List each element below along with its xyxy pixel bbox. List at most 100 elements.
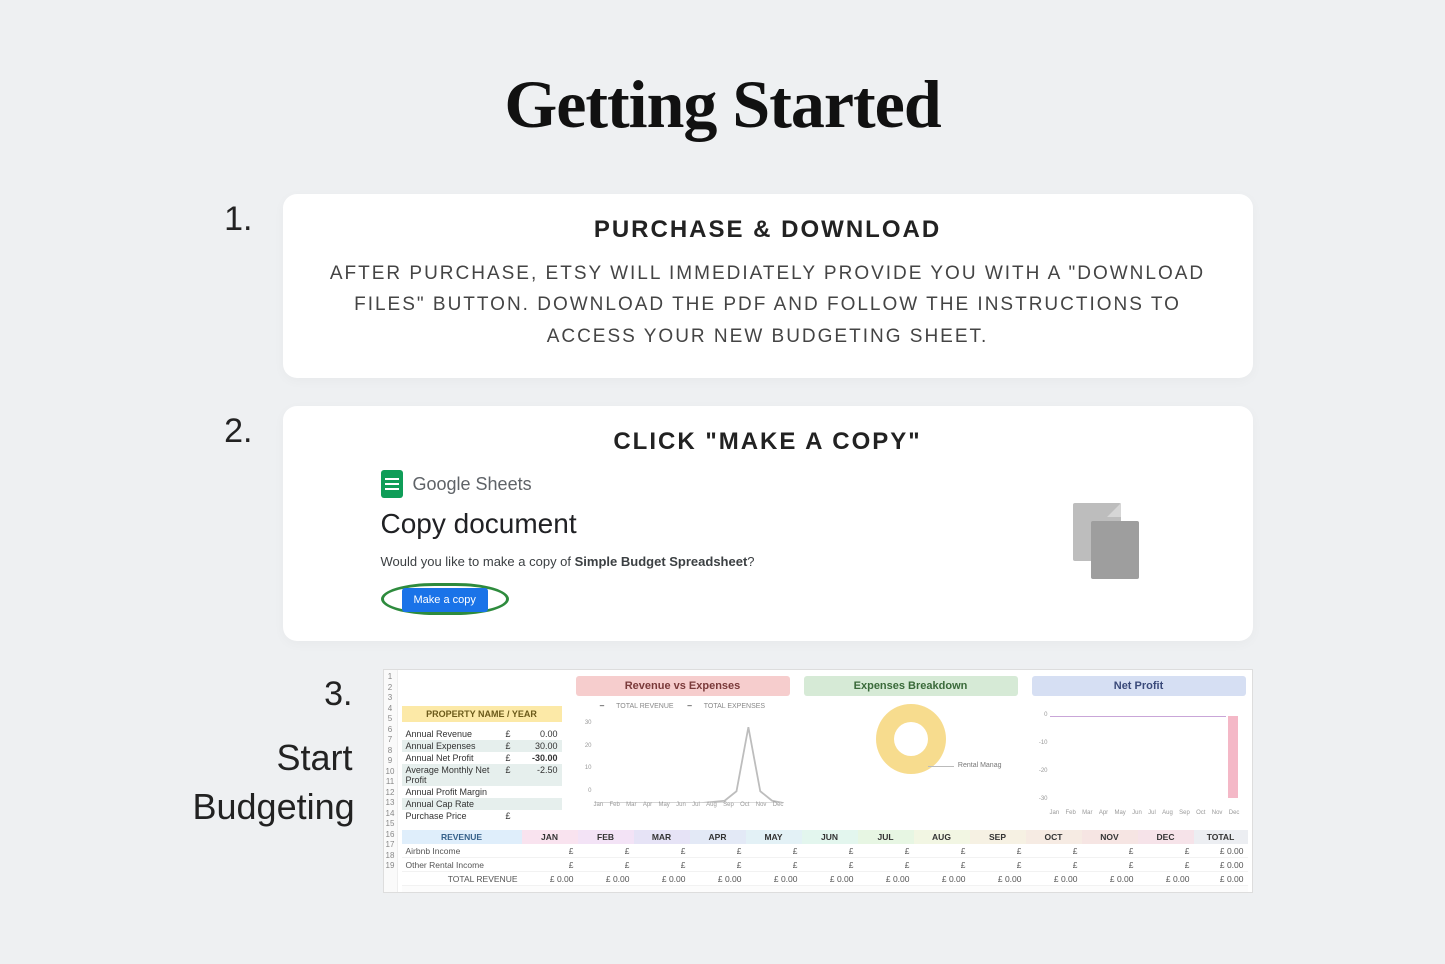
axis-month: Mar <box>1082 810 1092 816</box>
revenue-cell: £ <box>914 858 970 872</box>
row-number: 5 <box>384 714 397 725</box>
axis-month: Sep <box>1179 810 1190 816</box>
total-revenue-cell: £ 0.00 <box>1026 872 1082 886</box>
total-revenue-cell: £ 0.00 <box>970 872 1026 886</box>
metric-currency <box>506 799 518 809</box>
row-number: 2 <box>384 683 397 694</box>
metrics-panel: PROPERTY NAME / YEAR Annual Revenue £ 0.… <box>402 676 562 822</box>
axis-month: Dec <box>1229 810 1240 816</box>
row-number: 13 <box>384 798 397 809</box>
step-2-number: 2. <box>193 406 283 451</box>
metric-value: -2.50 <box>518 765 558 785</box>
revenue-cell: £ <box>522 844 578 858</box>
metric-currency: £ <box>506 729 518 739</box>
metric-label: Annual Profit Margin <box>406 787 506 797</box>
axis-month: Sep <box>723 802 734 808</box>
copy-question-docname: Simple Budget Spreadsheet <box>575 554 748 569</box>
row-number: 16 <box>384 830 397 841</box>
revenue-cell: £ <box>858 858 914 872</box>
revenue-cell: £ <box>1082 858 1138 872</box>
axis-month: Apr <box>1099 810 1108 816</box>
metric-value: 30.00 <box>518 741 558 751</box>
axis-tick: 10 <box>578 765 592 771</box>
revenue-cell: £ <box>970 858 1026 872</box>
metric-currency: £ <box>506 753 518 763</box>
month-header: JUN <box>802 830 858 844</box>
revenue-cell: £ <box>802 858 858 872</box>
metric-label: Annual Cap Rate <box>406 799 506 809</box>
row-number-gutter: 12345678910111213141516171819 <box>384 670 398 892</box>
row-number: 12 <box>384 788 397 799</box>
chart-expenses-breakdown: Expenses Breakdown Rental Manag <box>804 676 1018 820</box>
revenue-cell: £ <box>1138 858 1194 872</box>
spreadsheet-preview: 12345678910111213141516171819 PROPERTY N… <box>383 669 1253 893</box>
axis-month: Oct <box>740 802 749 808</box>
make-a-copy-button[interactable]: Make a copy <box>402 588 488 612</box>
chart-revenue-vs-expenses: Revenue vs Expenses ━TOTAL REVENUE ━TOTA… <box>576 676 790 810</box>
row-number: 17 <box>384 840 397 851</box>
metric-label: Annual Revenue <box>406 729 506 739</box>
step-1: 1. PURCHASE & DOWNLOAD AFTER PURCHASE, E… <box>193 194 1253 378</box>
revenue-cell: £ <box>634 858 690 872</box>
copy-question-prefix: Would you like to make a copy of <box>381 554 575 569</box>
revexp-line-icon <box>594 720 784 803</box>
row-number: 15 <box>384 819 397 830</box>
step-1-card: PURCHASE & DOWNLOAD AFTER PURCHASE, ETSY… <box>283 194 1253 378</box>
total-revenue-cell: £ 0.00 <box>522 872 578 886</box>
step-2: 2. CLICK "MAKE A COPY" Google Sheets Cop… <box>193 406 1253 641</box>
axis-month: Jul <box>692 802 700 808</box>
netprofit-bar-icon <box>1228 716 1238 798</box>
month-header: AUG <box>914 830 970 844</box>
axis-month: Jun <box>676 802 686 808</box>
metric-row: Average Monthly Net Profit £ -2.50 <box>402 764 562 786</box>
axis-tick: 20 <box>578 743 592 749</box>
metric-row: Annual Profit Margin <box>402 786 562 798</box>
copy-document-heading: Copy document <box>381 508 1065 540</box>
revenue-cell: £ <box>802 844 858 858</box>
row-number: 9 <box>384 756 397 767</box>
steps-container: 1. PURCHASE & DOWNLOAD AFTER PURCHASE, E… <box>193 194 1253 893</box>
metric-label: Purchase Price <box>406 811 506 821</box>
chart-revexp-legend: ━TOTAL REVENUE ━TOTAL EXPENSES <box>576 702 790 710</box>
axis-tick: 0 <box>578 788 592 794</box>
chart-net-profit: Net Profit 0-10-20-30 JanFebMarAprMayJun… <box>1032 676 1246 818</box>
axis-month: Mar <box>626 802 636 808</box>
month-header: REVENUE <box>402 830 522 844</box>
month-header: OCT <box>1026 830 1082 844</box>
month-header: NOV <box>1082 830 1138 844</box>
metric-row: Annual Cap Rate <box>402 798 562 810</box>
revenue-cell: £ <box>746 844 802 858</box>
step-3: 3. Start Budgeting 123456789101112131415… <box>193 669 1253 893</box>
row-number: 1 <box>384 672 397 683</box>
step-1-card-body: AFTER PURCHASE, ETSY WILL IMMEDIATELY PR… <box>321 258 1215 352</box>
netprofit-line-icon <box>1050 716 1226 717</box>
total-revenue-cell: £ 0.00 <box>1082 872 1138 886</box>
copy-document-dialog: Google Sheets Copy document Would you li… <box>321 470 1215 615</box>
revenue-cell: £ <box>522 858 578 872</box>
step-2-card: CLICK "MAKE A COPY" Google Sheets Copy d… <box>283 406 1253 641</box>
revenue-month-grid: REVENUEJANFEBMARAPRMAYJUNJULAUGSEPOCTNOV… <box>402 830 1248 892</box>
revenue-row-total: £ 0.00 <box>1194 844 1248 858</box>
axis-month: May <box>658 802 669 808</box>
axis-month: Dec <box>773 802 784 808</box>
total-revenue-cell: £ 0.00 <box>914 872 970 886</box>
month-header: JAN <box>522 830 578 844</box>
copy-document-question: Would you like to make a copy of Simple … <box>381 554 1065 569</box>
row-number: 4 <box>384 704 397 715</box>
month-header: FEB <box>578 830 634 844</box>
month-header: JUL <box>858 830 914 844</box>
revenue-cell: £ <box>578 858 634 872</box>
chart-netprofit-title: Net Profit <box>1032 676 1246 696</box>
property-name-header: PROPERTY NAME / YEAR <box>402 706 562 722</box>
documents-icon <box>1065 503 1155 583</box>
metric-row: Annual Revenue £ 0.00 <box>402 728 562 740</box>
axis-tick: -30 <box>1034 796 1048 802</box>
metric-value: -30.00 <box>518 753 558 763</box>
revenue-row-label: Other Rental Income <box>402 858 522 872</box>
row-number: 19 <box>384 861 397 872</box>
axis-tick: -10 <box>1034 740 1048 746</box>
chart-revexp-title: Revenue vs Expenses <box>576 676 790 696</box>
revenue-cell: £ <box>634 844 690 858</box>
page-title: Getting Started <box>0 0 1445 144</box>
row-number: 10 <box>384 767 397 778</box>
